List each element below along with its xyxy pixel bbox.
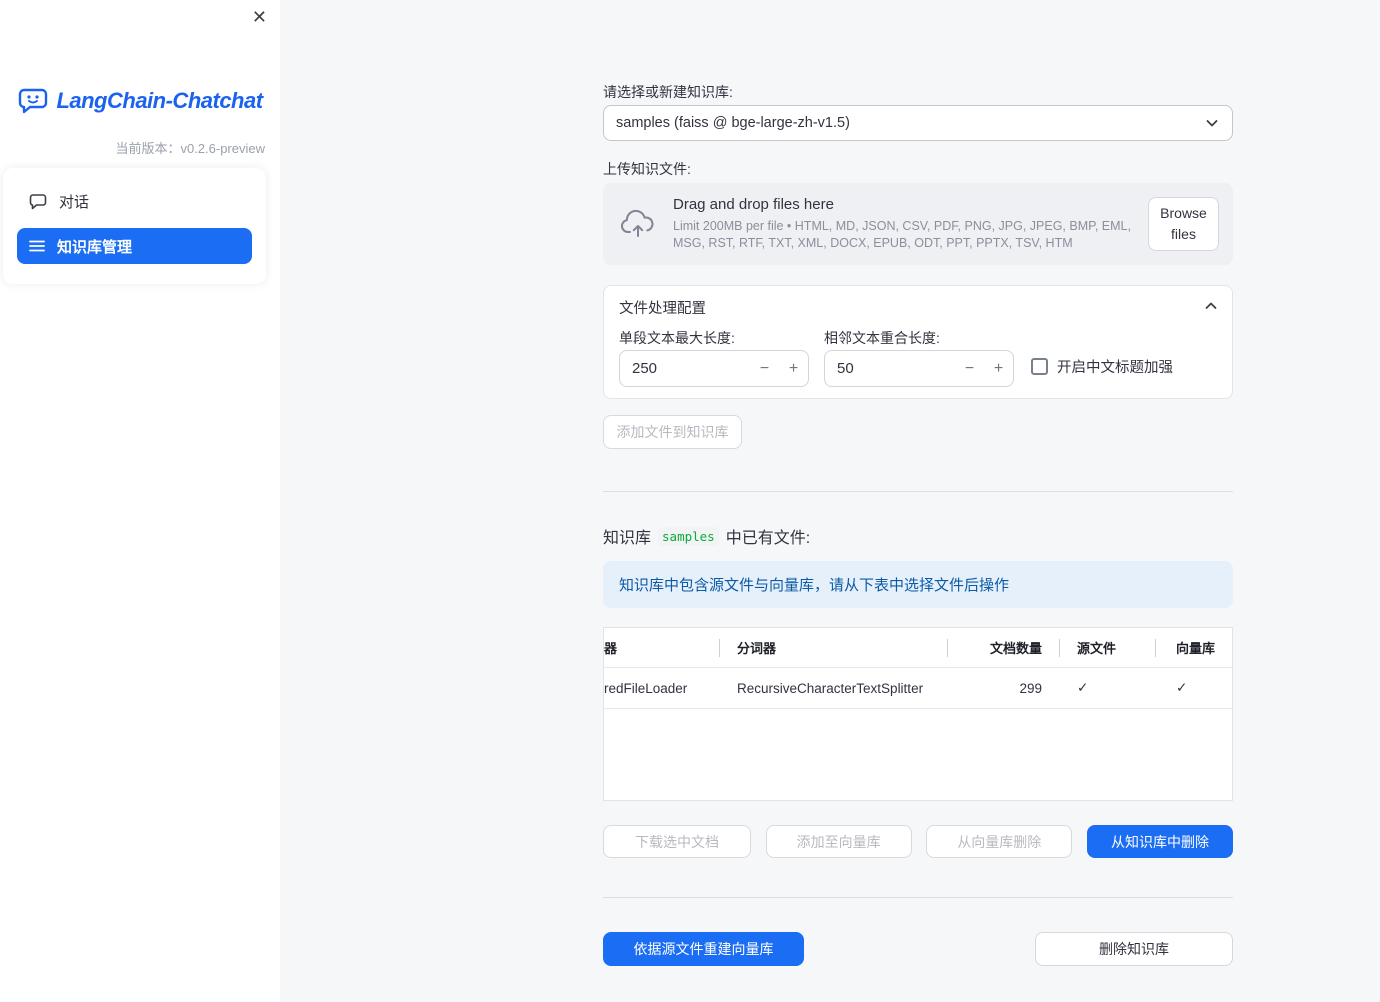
cell-source-check: ✓ <box>1077 680 1089 695</box>
max-length-minus-button[interactable]: − <box>750 351 779 386</box>
chinese-title-checkbox-label: 开启中文标题加强 <box>1057 360 1173 376</box>
uploader-limit-text: Limit 200MB per file • HTML, MD, JSON, C… <box>673 218 1131 251</box>
kb-select-value: samples (faiss @ bge-large-zh-v1.5) <box>616 115 850 131</box>
table-row[interactable]: redFileLoader RecursiveCharacterTextSpli… <box>604 668 1232 709</box>
uploader-text-block: Drag and drop files here Limit 200MB per… <box>673 196 1132 253</box>
delete-kb-button[interactable]: 删除知识库 <box>1035 932 1233 966</box>
logo-text: LangChain-Chatchat <box>56 88 263 113</box>
table-header-source-file[interactable]: 源文件 <box>1059 628 1155 667</box>
browse-files-button[interactable]: Browse files <box>1148 197 1219 251</box>
divider <box>603 491 1233 492</box>
kb-select-label: 请选择或新建知识库: <box>603 84 733 100</box>
overlap-plus-button[interactable]: + <box>984 351 1013 386</box>
cell-loader: redFileLoader <box>604 680 688 696</box>
delete-from-kb-button[interactable]: 从知识库中删除 <box>1086 825 1233 858</box>
table-header-splitter[interactable]: 分词器 <box>719 628 947 667</box>
uploader-title: Drag and drop files here <box>673 195 834 213</box>
table-header-vector-store[interactable]: 向量库 <box>1155 628 1232 667</box>
logo-chat-icon <box>17 86 49 116</box>
sidebar-nav: 对话 知识库管理 <box>3 168 266 284</box>
sidebar: ✕ LangChain-Chatchat 当前版本：v0.2.6-preview… <box>0 0 280 1002</box>
list-icon <box>29 239 45 253</box>
chinese-title-checkbox-row: 开启中文标题加强 <box>1031 356 1173 377</box>
existing-suffix: 中已有文件: <box>725 530 811 547</box>
upload-dropzone[interactable]: Drag and drop files here Limit 200MB per… <box>603 183 1233 265</box>
rebuild-vector-button[interactable]: 依据源文件重建向量库 <box>603 932 804 966</box>
kb-select[interactable]: samples (faiss @ bge-large-zh-v1.5) <box>603 105 1233 141</box>
max-length-input[interactable] <box>620 360 750 377</box>
download-selected-button[interactable]: 下载选中文档 <box>603 825 751 858</box>
max-length-plus-button[interactable]: + <box>779 351 808 386</box>
files-table: 器 分词器 文档数量 源文件 向量库 redFileLoader Recursi… <box>603 627 1233 801</box>
chevron-down-icon <box>1204 115 1220 131</box>
delete-from-vector-button[interactable]: 从向量库删除 <box>926 825 1073 858</box>
sidebar-item-label: 知识库管理 <box>57 238 133 256</box>
existing-files-heading: 知识库 samples 中已有文件: <box>603 524 810 548</box>
add-files-to-kb-button[interactable]: 添加文件到知识库 <box>603 415 742 449</box>
table-header-loader[interactable]: 器 <box>604 628 719 667</box>
expander-header[interactable]: 文件处理配置 <box>619 297 706 318</box>
cell-vector-check: ✓ <box>1176 680 1188 695</box>
upload-label: 上传知识文件: <box>603 161 691 177</box>
overlap-minus-button[interactable]: − <box>955 351 984 386</box>
kb-name-code: samples <box>658 526 719 546</box>
file-actions-row: 下载选中文档 添加至向量库 从向量库删除 从知识库中删除 <box>603 825 1233 858</box>
file-config-expander: 文件处理配置 单段文本最大长度: − + 相邻文本重合长度: − + 开启中文标… <box>603 285 1233 399</box>
overlap-stepper: − + <box>824 350 1014 387</box>
app-logo: LangChain-Chatchat <box>0 86 280 116</box>
main-content: 请选择或新建知识库: samples (faiss @ bge-large-zh… <box>603 0 1233 1002</box>
overlap-input[interactable] <box>825 360 955 377</box>
sidebar-item-label: 对话 <box>59 193 90 211</box>
table-header-doc-count[interactable]: 文档数量 <box>947 628 1059 667</box>
divider <box>603 897 1233 898</box>
info-banner-text: 知识库中包含源文件与向量库，请从下表中选择文件后操作 <box>619 577 1010 594</box>
chinese-title-checkbox[interactable] <box>1031 358 1048 375</box>
upload-cloud-icon <box>619 209 657 239</box>
max-length-stepper: − + <box>619 350 809 387</box>
sidebar-item-chat[interactable]: 对话 <box>17 184 252 218</box>
cell-splitter: RecursiveCharacterTextSplitter <box>737 680 924 696</box>
kb-footer-actions: 依据源文件重建向量库 删除知识库 <box>603 932 1233 966</box>
add-to-vector-button[interactable]: 添加至向量库 <box>765 825 912 858</box>
max-length-label: 单段文本最大长度: <box>619 330 735 346</box>
sidebar-item-knowledge-base[interactable]: 知识库管理 <box>17 228 252 264</box>
table-header-row: 器 分词器 文档数量 源文件 向量库 <box>604 628 1232 668</box>
chevron-up-icon[interactable] <box>1203 298 1219 314</box>
close-icon[interactable]: ✕ <box>252 6 267 28</box>
info-banner: 知识库中包含源文件与向量库，请从下表中选择文件后操作 <box>603 561 1233 608</box>
version-label: 当前版本：v0.2.6-preview <box>115 141 265 156</box>
chat-bubble-icon <box>29 193 47 210</box>
overlap-label: 相邻文本重合长度: <box>824 330 940 346</box>
existing-prefix: 知识库 <box>603 530 652 547</box>
cell-doc-count: 299 <box>1019 680 1042 696</box>
